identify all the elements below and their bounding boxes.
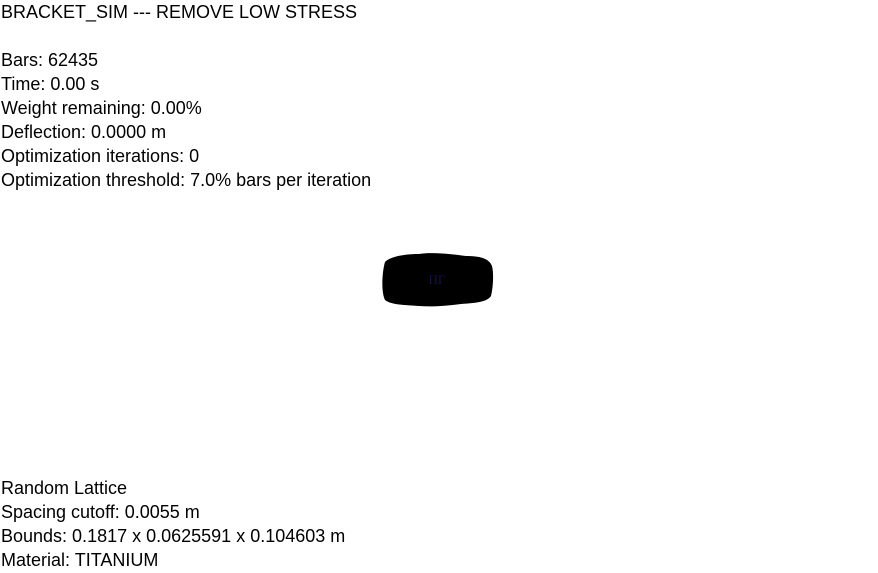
bars-count: Bars: 62435 <box>1 50 99 70</box>
spacing-cutoff: Spacing cutoff: 0.0055 m <box>1 502 200 522</box>
bounds-readout: Bounds: 0.1817 x 0.0625591 x 0.104603 m <box>1 526 346 546</box>
deflection-readout: Deflection: 0.0000 m <box>1 122 167 142</box>
simulation-viewport[interactable]: ΠΓ <box>0 0 878 573</box>
optimization-threshold: Optimization threshold: 7.0% bars per it… <box>1 170 372 190</box>
time-readout: Time: 0.00 s <box>1 74 100 94</box>
weight-remaining: Weight remaining: 0.00% <box>1 98 202 118</box>
lattice-structure: ΠΓ <box>382 253 494 307</box>
lattice-inner-mark: ΠΓ <box>429 272 446 287</box>
optimization-iterations: Optimization iterations: 0 <box>1 146 200 166</box>
material-readout: Material: TITANIUM <box>1 550 159 570</box>
lattice-type: Random Lattice <box>1 478 128 498</box>
sim-title: BRACKET_SIM --- REMOVE LOW STRESS <box>1 2 358 22</box>
